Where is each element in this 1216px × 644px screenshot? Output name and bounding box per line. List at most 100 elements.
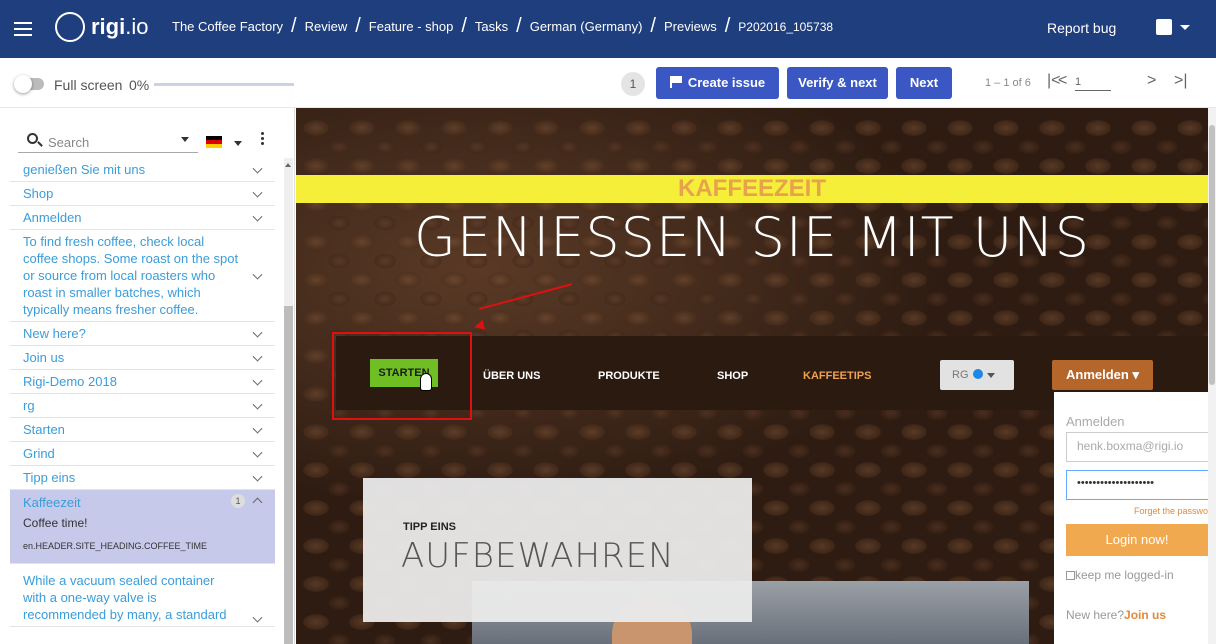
- login-now-button[interactable]: Login now!: [1066, 524, 1208, 556]
- list-item-label: rg: [23, 398, 35, 413]
- list-item[interactable]: genießen Sie mit uns: [10, 158, 275, 182]
- user-menu[interactable]: [1156, 19, 1190, 35]
- email-field[interactable]: henk.boxma@rigi.io: [1066, 432, 1208, 462]
- chevron-down-icon[interactable]: [252, 447, 263, 458]
- menu-icon[interactable]: [14, 22, 32, 36]
- language-dropdown-icon[interactable]: [234, 141, 242, 146]
- list-item[interactable]: While a vacuum sealed container with a o…: [10, 564, 275, 627]
- logo-name: rigi: [91, 14, 126, 39]
- prev-page-button[interactable]: <: [1058, 72, 1067, 90]
- progress-percent: 0%: [129, 77, 150, 93]
- list-item[interactable]: Rigi-Demo 2018: [10, 370, 275, 394]
- nav-ueber-uns[interactable]: ÜBER UNS: [483, 370, 540, 382]
- new-here-text: New here?Join us: [1066, 608, 1166, 622]
- nav-kaffeetips[interactable]: KAFFEETIPS: [803, 370, 871, 382]
- list-item-label: Join us: [23, 350, 65, 365]
- checkbox-icon: [1066, 571, 1075, 580]
- fullscreen-toggle[interactable]: [14, 75, 44, 93]
- login-dropdown: Anmelden henk.boxma@rigi.io ••••••••••••…: [1054, 392, 1208, 644]
- language-switcher[interactable]: RG: [940, 360, 1014, 390]
- list-item-label: Starten: [23, 422, 65, 437]
- chevron-down-icon[interactable]: [252, 211, 263, 222]
- chevron-down-icon[interactable]: [252, 327, 263, 338]
- list-item[interactable]: Shop: [10, 182, 275, 206]
- preview-scrollbar-thumb[interactable]: [1209, 125, 1215, 385]
- sidebar-scrollbar-thumb[interactable]: [284, 306, 293, 644]
- search-input[interactable]: Search: [48, 135, 89, 150]
- german-flag-icon[interactable]: [206, 136, 222, 148]
- keep-logged-in-checkbox[interactable]: keep me logged-in: [1066, 568, 1174, 582]
- chevron-down-icon[interactable]: [252, 612, 263, 623]
- password-field[interactable]: ••••••••••••••••••••: [1066, 470, 1208, 500]
- chevron-down-icon[interactable]: [252, 375, 263, 386]
- breadcrumb-separator: /: [461, 15, 467, 37]
- breadcrumb-item[interactable]: Review: [305, 19, 348, 34]
- breadcrumb-item[interactable]: Tasks: [475, 19, 508, 34]
- active-item-translation: Coffee time!: [23, 516, 88, 530]
- chevron-down-icon[interactable]: [252, 351, 263, 362]
- review-toolbar: Full screen 0%: [0, 58, 1216, 108]
- verify-next-button[interactable]: Verify & next: [787, 67, 888, 99]
- fullscreen-label: Full screen: [54, 77, 123, 93]
- join-us-link[interactable]: Join us: [1124, 608, 1166, 622]
- breadcrumb-item[interactable]: Previews: [664, 19, 717, 34]
- caret-down-icon: [986, 373, 995, 378]
- forgot-password-link[interactable]: Forget the passwo: [1054, 506, 1208, 516]
- chevron-down-icon[interactable]: [252, 471, 263, 482]
- flag-icon: [669, 76, 682, 88]
- new-here-label: New here?: [1066, 608, 1125, 622]
- anmelden-label: Anmelden: [1066, 367, 1129, 382]
- globe-icon: [55, 12, 85, 42]
- list-item[interactable]: rg: [10, 394, 275, 418]
- list-item[interactable]: Grind: [10, 442, 275, 466]
- logo-tld: .io: [125, 14, 149, 39]
- list-item[interactable]: Join us: [10, 346, 275, 370]
- page-number-input[interactable]: 1: [1075, 76, 1111, 91]
- chevron-down-icon[interactable]: [252, 423, 263, 434]
- string-sidebar: Search genießen Sie mit uns Shop Anmelde…: [0, 108, 295, 644]
- chevron-down-icon[interactable]: [252, 269, 263, 280]
- next-button[interactable]: Next: [896, 67, 952, 99]
- create-issue-label: Create issue: [687, 75, 766, 90]
- list-item-label: Rigi-Demo 2018: [23, 374, 117, 389]
- anmelden-button[interactable]: Anmelden ▾: [1052, 360, 1153, 390]
- list-item[interactable]: Starten: [10, 418, 275, 442]
- breadcrumb-item[interactable]: German (Germany): [530, 19, 643, 34]
- banner-title[interactable]: KAFFEEZEIT: [296, 175, 1208, 203]
- chevron-down-icon[interactable]: [252, 187, 263, 198]
- breadcrumb-separator: /: [724, 15, 731, 37]
- list-item[interactable]: To find fresh coffee, check local coffee…: [10, 230, 275, 322]
- list-item[interactable]: New here?: [10, 322, 275, 346]
- string-list: genießen Sie mit uns Shop Anmelden To fi…: [10, 156, 275, 627]
- breadcrumb-separator: /: [291, 15, 297, 37]
- breadcrumb-separator: /: [355, 15, 361, 37]
- top-bar: rigi .io The Coffee Factory / Review / Feat…: [0, 0, 1216, 58]
- chevron-down-icon[interactable]: [252, 399, 263, 410]
- next-page-button[interactable]: >: [1147, 72, 1156, 90]
- list-item-label: While a vacuum sealed container with a o…: [23, 573, 227, 622]
- hero-title[interactable]: GENIESSEN SIE MIT UNS: [296, 206, 1208, 269]
- user-icon: [1156, 19, 1172, 35]
- tip-subtitle[interactable]: TIPP EINS: [403, 521, 456, 533]
- nav-shop[interactable]: SHOP: [717, 370, 748, 382]
- create-issue-button[interactable]: Create issue: [656, 67, 779, 99]
- scroll-up-arrow-icon[interactable]: [285, 163, 291, 167]
- caret-down-icon: [1180, 24, 1190, 30]
- breadcrumb-item[interactable]: Feature - shop: [369, 19, 454, 34]
- list-item[interactable]: Tipp eins: [10, 466, 275, 490]
- report-bug-link[interactable]: Report bug: [1047, 20, 1116, 36]
- list-item[interactable]: Anmelden: [10, 206, 275, 230]
- nav-produkte[interactable]: PRODUKTE: [598, 370, 660, 382]
- list-item-active[interactable]: Kaffeezeit 1 Coffee time! en.HEADER.SITE…: [10, 490, 275, 564]
- tip-title[interactable]: AUFBEWAHREN: [401, 536, 675, 576]
- rigi-logo[interactable]: rigi .io: [55, 12, 148, 42]
- last-page-button[interactable]: >|: [1174, 72, 1188, 90]
- chevron-down-icon[interactable]: [252, 163, 263, 174]
- breadcrumb: The Coffee Factory / Review / Feature - sh…: [172, 15, 833, 37]
- search-filter-dropdown-icon[interactable]: [181, 137, 189, 142]
- chevron-up-icon[interactable]: [252, 497, 263, 508]
- breadcrumb-item[interactable]: The Coffee Factory: [172, 19, 283, 34]
- breadcrumb-separator: /: [650, 15, 656, 37]
- more-options-icon[interactable]: [261, 130, 265, 147]
- globe-dot-icon: [972, 369, 983, 379]
